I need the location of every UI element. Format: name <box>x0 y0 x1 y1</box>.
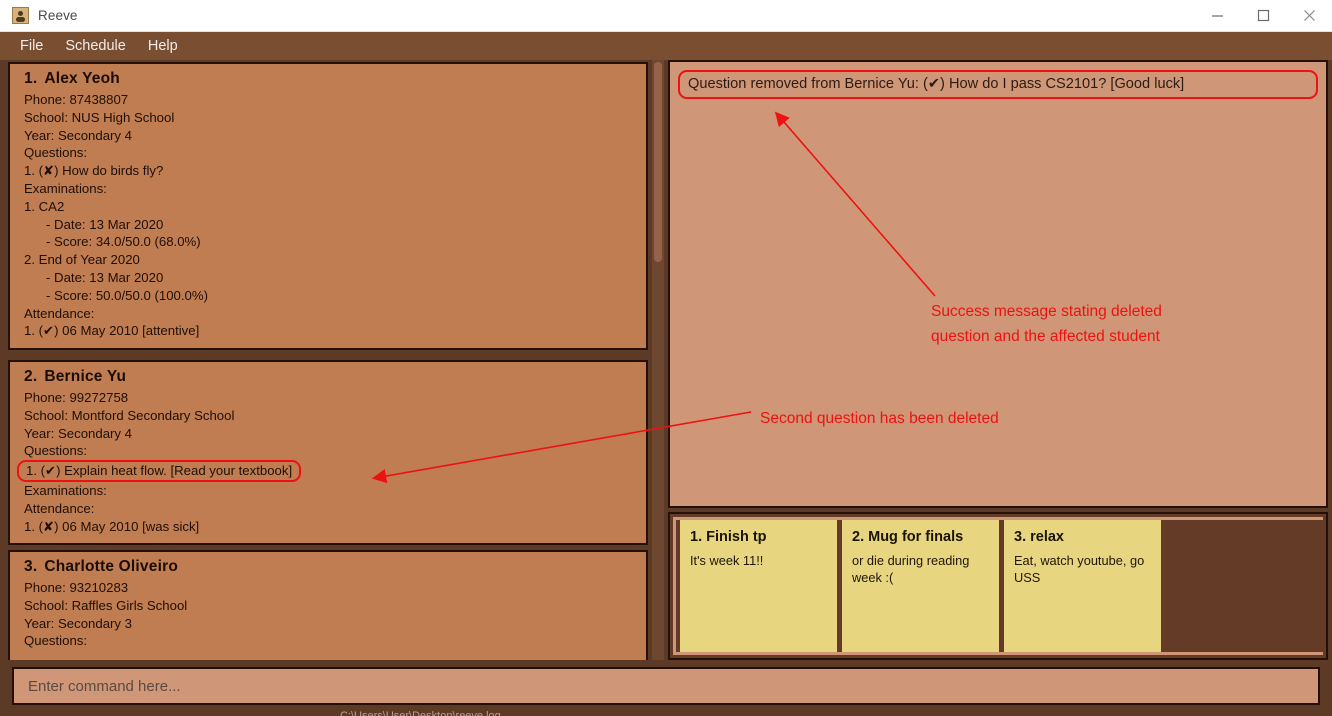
title-bar: Reeve <box>0 0 1332 32</box>
menu-bar: File Schedule Help <box>0 32 1332 60</box>
student-detail-line: Year: Secondary 4 <box>24 127 133 143</box>
student-detail-line: 1. (✔) Explain heat flow. [Read your tex… <box>17 460 636 482</box>
student-name: Charlotte Oliveiro <box>44 558 178 575</box>
student-detail-line: Year: Secondary 4 <box>24 425 133 441</box>
student-detail-line: - Date: 13 Mar 2020 <box>46 269 164 285</box>
student-detail-lines: Phone: 87438807 School: NUS High School Ye… <box>24 91 636 340</box>
student-detail-line: School: NUS High School <box>24 109 175 125</box>
student-detail-line: Examinations: <box>24 180 107 196</box>
note-body: or die during reading week :( <box>852 553 970 585</box>
student-detail-line: Examinations: <box>24 482 107 498</box>
note-title: 3. relax <box>1014 529 1064 545</box>
result-display-box: Question removed from Bernice Yu: (✔) Ho… <box>668 60 1328 508</box>
app-icon <box>12 7 29 24</box>
maximize-button[interactable] <box>1240 0 1286 32</box>
student-name: Bernice Yu <box>44 368 127 385</box>
student-detail-line: Questions: <box>24 633 88 649</box>
student-detail-line: 1. CA2 <box>24 198 65 214</box>
right-panel: Question removed from Bernice Yu: (✔) Ho… <box>668 60 1328 660</box>
student-detail-line: Phone: 99272758 <box>24 390 129 405</box>
student-list-scrollbar[interactable] <box>652 60 664 660</box>
result-message: Question removed from Bernice Yu: (✔) Ho… <box>688 76 1185 92</box>
student-detail-line: Phone: 87438807 <box>24 92 129 107</box>
student-detail-line: Phone: 93210283 <box>24 580 129 595</box>
student-detail-line: - Score: 34.0/50.0 (68.0%) <box>46 234 201 250</box>
scrollbar-thumb[interactable] <box>654 62 662 262</box>
main-content: 1. Alex Yeoh Phone: 87438807 School: NUS H… <box>0 60 1332 660</box>
student-detail-line: Attendance: <box>24 500 95 516</box>
student-list-panel[interactable]: 1. Alex Yeoh Phone: 87438807 School: NUS H… <box>4 60 652 660</box>
student-detail-line: Questions: <box>24 443 88 459</box>
close-button[interactable] <box>1286 0 1332 32</box>
note-card[interactable]: 3. relax Eat, watch youtube, go USS <box>1004 520 1161 652</box>
menu-item-schedule[interactable]: Schedule <box>54 35 136 57</box>
highlighted-question: 1. (✔) Explain heat flow. [Read your tex… <box>17 460 302 482</box>
student-detail-line: Questions: <box>24 145 88 161</box>
student-detail-line: 2. End of Year 2020 <box>24 252 140 268</box>
note-card[interactable]: 2. Mug for finals or die during reading … <box>842 520 999 652</box>
menu-item-help[interactable]: Help <box>137 35 189 57</box>
student-detail-line: Attendance: <box>24 305 95 321</box>
student-index: 2. <box>24 368 38 385</box>
student-detail-line: Year: Secondary 3 <box>24 615 133 631</box>
status-bar: C:\Users\User\Desktop\reeve.log <box>0 710 1332 716</box>
student-card[interactable]: 2. Bernice Yu Phone: 99272758 School: Mont… <box>8 360 648 546</box>
student-detail-line: 1. (✘) How do birds fly? <box>24 163 164 179</box>
student-detail-line: School: Montford Secondary School <box>24 407 235 423</box>
student-index: 3. <box>24 558 38 575</box>
student-card-header: 1. Alex Yeoh <box>24 70 636 88</box>
student-detail-line: School: Raffles Girls School <box>24 597 188 613</box>
window-title: Reeve <box>38 8 78 23</box>
note-title: 2. Mug for finals <box>852 529 964 545</box>
student-detail-lines: Phone: 99272758 School: Montford Secondar… <box>17 389 636 535</box>
command-input-placeholder: Enter command here... <box>28 677 181 695</box>
student-name: Alex Yeoh <box>44 70 120 87</box>
student-detail-lines: Phone: 93210283 School: Raffles Girls Sch… <box>24 579 636 650</box>
application-window: Reeve File Schedule Help 1. Alex Yeoh Ph… <box>0 0 1332 716</box>
student-detail-line: - Score: 50.0/50.0 (100.0%) <box>46 287 209 303</box>
student-detail-line: - Date: 13 Mar 2020 <box>46 216 164 232</box>
status-bar-text: C:\Users\User\Desktop\reeve.log <box>340 710 501 716</box>
student-index: 1. <box>24 70 38 87</box>
notes-list: 1. Finish tp It's week 11!! 2. Mug for f… <box>673 517 1323 655</box>
note-card[interactable]: 1. Finish tp It's week 11!! <box>680 520 837 652</box>
note-title: 1. Finish tp <box>690 529 767 545</box>
student-detail-line: 1. (✘) 06 May 2010 [was sick] <box>24 518 200 534</box>
command-bar: Enter command here... <box>0 662 1332 710</box>
command-input[interactable]: Enter command here... <box>12 667 1320 705</box>
minimize-button[interactable] <box>1194 0 1240 32</box>
notes-panel: 1. Finish tp It's week 11!! 2. Mug for f… <box>668 512 1328 660</box>
window-controls <box>1194 0 1332 32</box>
student-detail-line: 1. (✔) 06 May 2010 [attentive] <box>24 323 200 339</box>
student-card[interactable]: 1. Alex Yeoh Phone: 87438807 School: NUS H… <box>8 62 648 351</box>
student-card-header: 3. Charlotte Oliveiro <box>24 558 636 576</box>
note-body: It's week 11!! <box>690 553 764 568</box>
student-card-header: 2. Bernice Yu <box>24 368 636 386</box>
student-card[interactable]: 3. Charlotte Oliveiro Phone: 93210283 Scho… <box>8 550 648 660</box>
note-body: Eat, watch youtube, go USS <box>1014 553 1145 585</box>
result-message-highlight: Question removed from Bernice Yu: (✔) Ho… <box>678 70 1318 99</box>
menu-item-file[interactable]: File <box>9 35 54 57</box>
